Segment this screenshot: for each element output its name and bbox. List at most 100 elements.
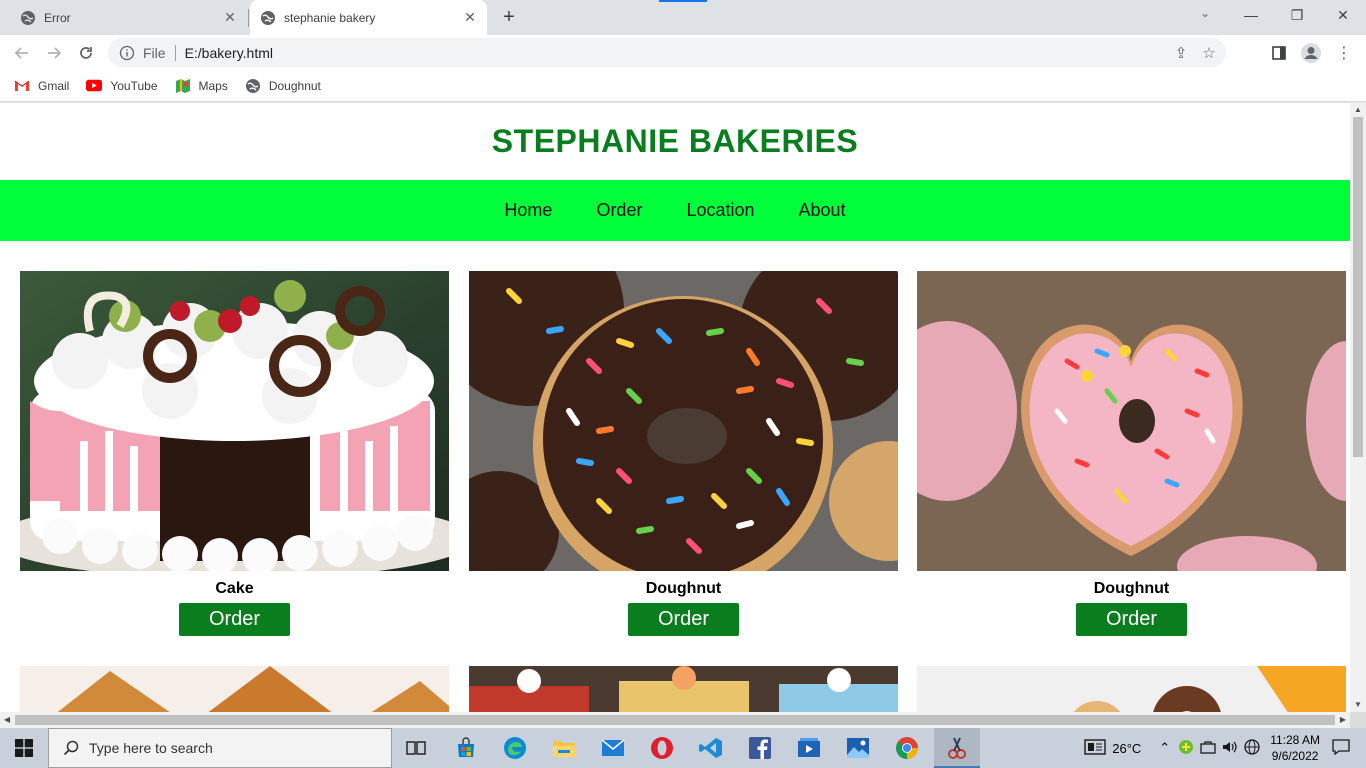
info-icon[interactable] (119, 45, 135, 61)
scroll-right-arrow-icon[interactable]: ▶ (1336, 712, 1350, 728)
opera-browser-icon[interactable] (646, 732, 678, 764)
task-view-icon[interactable] (400, 732, 432, 764)
product-name: Cake (215, 580, 254, 597)
arrow-left-icon (14, 47, 28, 59)
maps-icon (175, 78, 191, 94)
order-button-doughnut-1[interactable]: Order (628, 603, 739, 636)
start-button[interactable] (0, 728, 48, 768)
globe-icon (261, 10, 275, 25)
order-button-cake[interactable]: Order (179, 603, 290, 636)
notification-icon[interactable] (1332, 738, 1350, 758)
horizontal-scrollbar[interactable]: ◀ ▶ (0, 712, 1350, 728)
youtube-icon (86, 78, 103, 94)
sprinkle-doughnut-illustration (469, 271, 898, 571)
tab-divider (248, 9, 249, 27)
weather-icon[interactable] (1084, 738, 1106, 758)
nav-order[interactable]: Order (596, 200, 642, 221)
forward-button[interactable] (42, 41, 66, 65)
nav-location[interactable]: Location (686, 200, 754, 221)
side-panel-shape (1272, 46, 1286, 60)
minimize-button[interactable]: — (1228, 0, 1274, 30)
address-bar[interactable]: File E:/bakery.html ⇪ ☆ (108, 38, 1226, 67)
vertical-scroll-thumb[interactable] (1353, 117, 1363, 457)
chrome-icon[interactable] (891, 732, 923, 764)
bookmark-label: Gmail (38, 78, 70, 93)
scroll-down-arrow-icon[interactable]: ▼ (1350, 698, 1366, 712)
back-button[interactable] (10, 41, 34, 65)
doughnut-photo-1 (469, 271, 898, 571)
globe-icon (245, 78, 261, 94)
side-panel-icon[interactable] (1267, 41, 1291, 65)
snipping-tool-icon[interactable] (941, 732, 973, 764)
vertical-scrollbar[interactable]: ▲ ▼ (1350, 103, 1366, 712)
system-tray: 26°C ⌃ 11:28 AM 9/6/2022 (1084, 728, 1366, 768)
pastries-illustration (469, 666, 898, 712)
menu-kebab-icon[interactable]: ⋮ (1332, 41, 1356, 65)
share-icon[interactable]: ⇪ (1172, 44, 1190, 62)
bookmark-star-icon[interactable]: ☆ (1200, 44, 1218, 62)
page-viewport: STEPHANIE BAKERIES Home Order Location A… (0, 103, 1350, 712)
taskbar-search-box[interactable]: Type here to search (48, 728, 392, 768)
bookmark-gmail[interactable]: Gmail (14, 78, 69, 94)
bookmark-maps[interactable]: Maps (175, 78, 228, 94)
bookmark-doughnut[interactable]: Doughnut (245, 78, 321, 94)
chevron-up-icon[interactable]: ⌃ (1159, 740, 1170, 756)
file-explorer-icon[interactable] (548, 732, 580, 764)
reload-icon (80, 47, 92, 59)
mail-icon[interactable] (597, 732, 629, 764)
cake-illustration (20, 271, 449, 571)
samosa-illustration (20, 666, 449, 712)
clock-date: 9/6/2022 (1271, 749, 1319, 763)
security-shield-icon[interactable] (1178, 739, 1194, 758)
close-tab-icon[interactable]: ✕ (223, 10, 237, 24)
video-editor-icon[interactable] (793, 732, 825, 764)
volume-icon[interactable] (1222, 740, 1238, 757)
pink-doughnut-illustration (917, 271, 1346, 571)
bookmark-youtube[interactable]: YouTube (86, 78, 158, 94)
scroll-left-arrow-icon[interactable]: ◀ (0, 712, 14, 728)
temperature-text[interactable]: 26°C (1112, 741, 1141, 756)
product-photo-doughnut-box (917, 666, 1346, 712)
nav-home[interactable]: Home (504, 200, 552, 221)
search-placeholder: Type here to search (89, 740, 213, 756)
order-button-doughnut-2[interactable]: Order (1076, 603, 1187, 636)
edge-browser-icon[interactable] (499, 732, 531, 764)
browser-toolbar: File E:/bakery.html ⇪ ☆ ⋮ (0, 35, 1366, 70)
site-nav: Home Order Location About (0, 180, 1350, 241)
product-card-doughnut-1: Doughnut Order (469, 271, 898, 636)
product-card-cake: Cake Order (20, 271, 449, 636)
microsoft-store-icon[interactable] (450, 732, 482, 764)
site-title: STEPHANIE BAKERIES (491, 123, 859, 159)
cake-photo (20, 271, 449, 571)
windows-taskbar: Type here to search 26°C ⌃ 11:28 AM 9/6/… (0, 728, 1366, 768)
scroll-up-arrow-icon[interactable]: ▲ (1350, 103, 1366, 117)
windows-logo-icon (15, 739, 33, 757)
facebook-icon[interactable] (744, 732, 776, 764)
tab-stephanie-bakery[interactable]: stephanie bakery ✕ (250, 0, 487, 35)
photos-icon[interactable] (842, 732, 874, 764)
vscode-icon[interactable] (695, 732, 727, 764)
reload-button[interactable] (74, 41, 98, 65)
clock[interactable]: 11:28 AM 9/6/2022 (1270, 732, 1320, 764)
doughnut-photo-2 (917, 271, 1346, 571)
bookmark-label: Maps (198, 78, 228, 93)
horizontal-scroll-thumb[interactable] (15, 715, 1335, 725)
bookmarks-bar: Gmail YouTube Maps Doughnut (0, 70, 1366, 102)
language-globe-icon[interactable] (1244, 738, 1260, 758)
clock-time: 11:28 AM (1270, 733, 1320, 747)
nav-about[interactable]: About (799, 200, 846, 221)
bookmark-label: Doughnut (268, 78, 321, 93)
tab-search-icon[interactable]: ⌄ (1194, 6, 1216, 26)
globe-icon (21, 10, 35, 25)
tab-error[interactable]: Error ✕ (0, 0, 247, 35)
network-icon[interactable] (1200, 740, 1216, 757)
profile-avatar-icon[interactable] (1299, 41, 1323, 65)
product-card-doughnut-2: Doughnut Order (917, 271, 1346, 636)
tab-title: Error (44, 10, 71, 25)
close-tab-icon[interactable]: ✕ (463, 10, 477, 24)
new-tab-button[interactable]: + (498, 7, 520, 29)
restore-button[interactable]: ❐ (1274, 0, 1320, 30)
product-name: Doughnut (1093, 580, 1170, 597)
close-window-button[interactable]: ✕ (1320, 0, 1366, 30)
gmail-icon (14, 78, 30, 94)
